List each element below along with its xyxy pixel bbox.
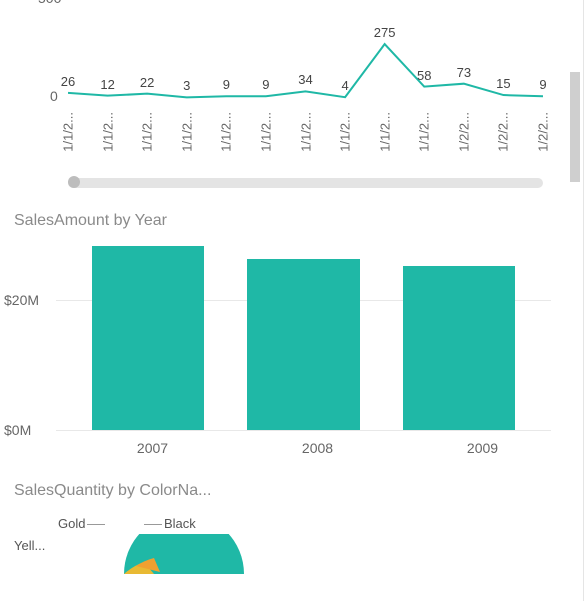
bar[interactable] [403,266,515,430]
bar[interactable] [92,246,204,430]
data-label: 73 [457,65,471,80]
data-label: 26 [61,74,75,89]
x-tick: 1/1/2... [140,112,155,152]
line-chart[interactable]: 500 0 2612223993442755873159 1/1/2...1/1… [8,0,555,190]
scrollbar-thumb[interactable] [570,72,580,182]
x-tick: 1/1/2... [61,112,76,152]
scrollbar[interactable] [570,0,580,601]
x-tick: 2007 [137,440,168,456]
data-label: 3 [183,78,190,93]
legend-item-yellow: Yell... [14,538,45,553]
pie-chart[interactable]: Yell... Gold Black [14,510,563,570]
x-tick: 1/1/2... [179,112,194,152]
x-tick: 1/2/2... [496,112,511,152]
slider-thumb[interactable] [68,176,80,188]
legend-item-black: Black [142,516,196,531]
data-label: 9 [262,77,269,92]
data-label: 34 [298,72,312,87]
x-tick: 1/1/2... [258,112,273,152]
y-tick: $20M [4,292,39,308]
x-axis: 1/1/2... 1/1/2... 1/1/2... 1/1/2... 1/1/2...… [68,112,543,170]
range-slider[interactable] [68,178,543,188]
data-label: 15 [496,76,510,91]
x-tick: 1/2/2... [536,112,551,152]
chart-title: SalesQuantity by ColorNa... [14,482,563,500]
y-tick: 500 [38,0,61,6]
gridline [56,430,551,431]
chart-title: SalesAmount by Year [14,212,563,230]
x-tick: 1/1/2... [219,112,234,152]
line-plot: 2612223993442755873159 [68,0,543,110]
bar[interactable] [247,259,359,430]
report-inner: 500 0 2612223993442755873159 1/1/2...1/1… [0,0,584,601]
x-tick: 1/1/2... [100,112,115,152]
x-tick: 2008 [302,440,333,456]
y-tick: 0 [50,88,58,104]
x-tick: 1/1/2... [298,112,313,152]
x-tick: 2009 [467,440,498,456]
x-tick: 1/2/2... [456,112,471,152]
data-label: 12 [100,77,114,92]
data-label: 58 [417,68,431,83]
data-label: 9 [223,77,230,92]
x-tick: 1/1/2... [377,112,392,152]
legend-item-gold: Gold [58,516,107,531]
data-label: 22 [140,75,154,90]
bars-area [70,240,537,430]
line-path [68,0,543,110]
y-tick: $0M [4,422,31,438]
report-canvas: 500 0 2612223993442755873159 1/1/2...1/1… [0,0,584,601]
x-tick: 1/1/2... [417,112,432,152]
data-label: 275 [374,25,396,40]
pie-slice [64,534,264,574]
data-label: 4 [341,78,348,93]
data-label: 9 [539,77,546,92]
x-tick: 1/1/2... [338,112,353,152]
bar-chart[interactable]: $20M $0M 200720082009 [56,240,551,460]
